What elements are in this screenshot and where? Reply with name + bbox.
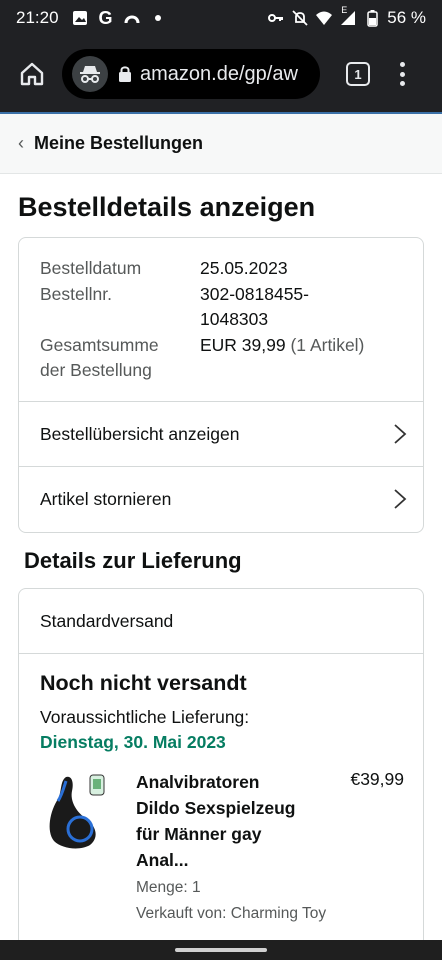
wifi-icon [315,9,333,27]
menu-dot-icon [399,62,405,67]
breadcrumb[interactable]: ‹ Meine Bestellungen [0,114,442,174]
battery-icon [363,9,381,27]
cancel-items-label: Artikel stornieren [40,488,172,509]
signal-label: E [341,5,348,15]
order-total-value: EUR 39,99 (1 Artikel) [200,333,402,384]
product-quantity: Menge: 1 [136,879,201,896]
home-icon [20,62,44,86]
product-title-line: Analvibratoren [136,772,260,792]
breadcrumb-label: Meine Bestellungen [34,133,204,153]
page-title: Bestelldetails anzeigen [18,192,316,222]
signal-icon: E [339,5,357,27]
view-order-summary-label: Bestellübersicht anzeigen [40,423,240,444]
home-button[interactable] [14,56,50,92]
delivery-section-title: Details zur Lieferung [24,548,242,573]
product-item: Analvibratoren Dildo Sexspielzeug für Mä… [40,769,404,929]
chevron-right-icon [394,424,407,444]
tab-switcher-button[interactable]: 1 [346,62,370,86]
product-seller: Verkauft von: Charming Toy [136,905,327,922]
delivery-card: Standardversand Noch nicht versandt Vora… [18,588,424,948]
order-total-amount: EUR 39,99 [200,334,286,355]
view-order-summary-link[interactable]: Bestellübersicht anzeigen [19,401,423,466]
address-bar[interactable]: amazon.de/gp/aw [62,49,320,99]
order-total-items: (1 Artikel) [290,334,365,355]
order-date-value: 25.05.2023 [200,258,288,278]
gallery-icon [71,9,89,27]
order-total-label-line2: der Bestellung [40,360,152,380]
lock-icon [118,65,132,83]
order-total-label-line1: Gesamtsumme [40,334,159,355]
product-title-line: Dildo Sexspielzeug [136,798,296,818]
order-number-value: 302-0818455- 1048303 [200,282,402,333]
menu-dot-icon [399,81,405,86]
order-date-label: Bestelldatum [40,258,142,278]
order-number-label: Bestellnr. [40,283,112,304]
cancel-items-link[interactable]: Artikel stornieren [19,466,423,531]
system-nav-bar [0,940,442,960]
status-time: 21:20 [16,8,59,27]
order-total-row: Gesamtsumme der Bestellung EUR 39,99 (1 … [40,333,402,384]
estimated-delivery-date: Dienstag, 30. Mai 2023 [40,732,226,752]
product-title[interactable]: Analvibratoren Dildo Sexspielzeug für Mä… [136,769,316,873]
incognito-icon[interactable] [72,56,108,92]
estimated-delivery-label: Voraussichtliche Lieferung: [40,707,250,727]
order-number-row: Bestellnr. 302-0818455- 1048303 [40,282,402,333]
gesture-handle[interactable] [175,948,267,952]
shipping-method: Standardversand [19,589,423,654]
shipment-status: Noch nicht versandt [40,671,247,695]
mute-icon [291,9,309,27]
vpn-key-icon [267,9,285,27]
overflow-menu-button[interactable] [398,62,406,86]
status-bar: 21:20 G E 56 % [0,0,442,36]
chevron-left-icon: ‹ [18,133,24,153]
google-icon: G [98,7,113,28]
url-text: amazon.de/gp/aw [140,62,298,85]
chevron-right-icon [394,489,407,509]
browser-toolbar: amazon.de/gp/aw 1 [0,36,442,114]
product-title-line: Anal... [136,850,189,870]
order-date-row: Bestelldatum 25.05.2023 [40,256,402,282]
order-summary-card: Bestelldatum 25.05.2023 Bestellnr. 302-0… [18,237,424,533]
order-number-line2: 1048303 [200,309,269,329]
product-title-line: für Männer gay [136,824,262,844]
app-icon [123,9,141,27]
product-price: €39,99 [350,769,404,789]
product-image[interactable] [40,771,116,851]
dot-icon [149,9,167,27]
order-number-line1: 302-0818455- [200,283,309,304]
order-total-label: Gesamtsumme der Bestellung [40,333,200,384]
battery-percent: 56 % [387,8,426,27]
menu-dot-icon [399,71,405,77]
